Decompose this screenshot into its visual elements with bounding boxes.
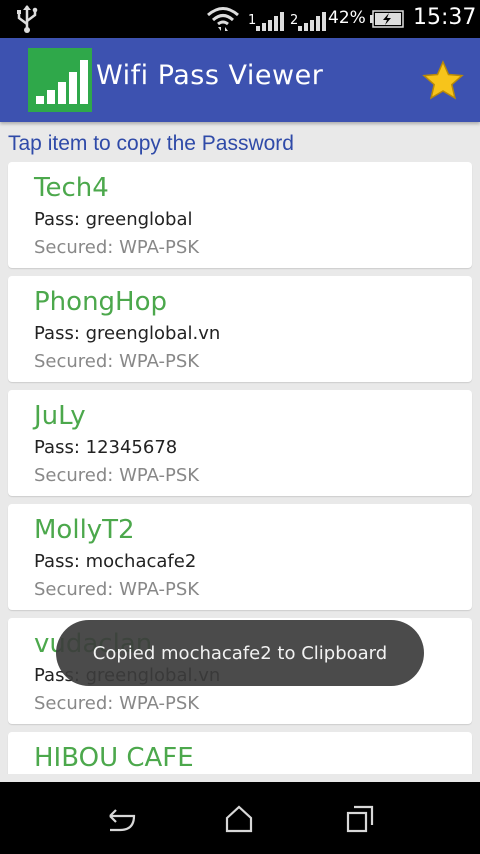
- network-password: Pass: greenglobal.vn: [34, 323, 221, 344]
- network-ssid: Tech4: [34, 173, 109, 203]
- list-item[interactable]: Tech4 Pass: greenglobal Secured: WPA-PSK: [8, 162, 472, 268]
- wifi-bars-icon: [36, 60, 88, 104]
- usb-icon: [17, 5, 38, 33]
- action-bar: Wifi Pass Viewer: [0, 38, 480, 122]
- network-security: Secured: WPA-PSK: [34, 237, 200, 258]
- network-password: Pass: 12345678: [34, 437, 178, 458]
- battery-charging-icon: [370, 10, 404, 28]
- network-security: Secured: WPA-PSK: [34, 693, 200, 714]
- list-item[interactable]: PhongHop Pass: greenglobal.vn Secured: W…: [8, 276, 472, 382]
- network-ssid: MollyT2: [34, 515, 135, 545]
- back-icon[interactable]: [104, 802, 138, 836]
- list-item[interactable]: MollyT2 Pass: mochacafe2 Secured: WPA-PS…: [8, 504, 472, 610]
- status-bar: 1 2 42% 15:37: [0, 0, 480, 38]
- instruction-text: Tap item to copy the Password: [8, 132, 294, 155]
- network-security: Secured: WPA-PSK: [34, 465, 200, 486]
- star-icon[interactable]: [422, 60, 464, 102]
- network-password: Pass: greenglobal: [34, 209, 193, 230]
- clock: 15:37: [413, 5, 477, 30]
- network-password: Pass: mochacafe2: [34, 551, 197, 572]
- network-ssid: PhongHop: [34, 287, 168, 317]
- app-logo: [28, 48, 92, 112]
- list-item[interactable]: HIBOU CAFE: [8, 732, 472, 774]
- app-title: Wifi Pass Viewer: [96, 60, 324, 91]
- network-security: Secured: WPA-PSK: [34, 351, 200, 372]
- list-item[interactable]: JuLy Pass: 12345678 Secured: WPA-PSK: [8, 390, 472, 496]
- network-ssid: HIBOU CAFE: [34, 743, 194, 773]
- home-icon[interactable]: [222, 802, 256, 836]
- wifi-icon: [207, 7, 239, 31]
- sim1-label: 1: [248, 13, 257, 28]
- sim2-label: 2: [290, 13, 299, 28]
- network-security: Secured: WPA-PSK: [34, 579, 200, 600]
- navigation-bar: [0, 782, 480, 854]
- network-ssid: JuLy: [34, 401, 86, 431]
- toast-message: Copied mochacafe2 to Clipboard: [56, 620, 424, 686]
- toast-text: Copied mochacafe2 to Clipboard: [92, 642, 388, 664]
- battery-percent: 42%: [328, 8, 366, 28]
- recent-apps-icon[interactable]: [344, 802, 378, 836]
